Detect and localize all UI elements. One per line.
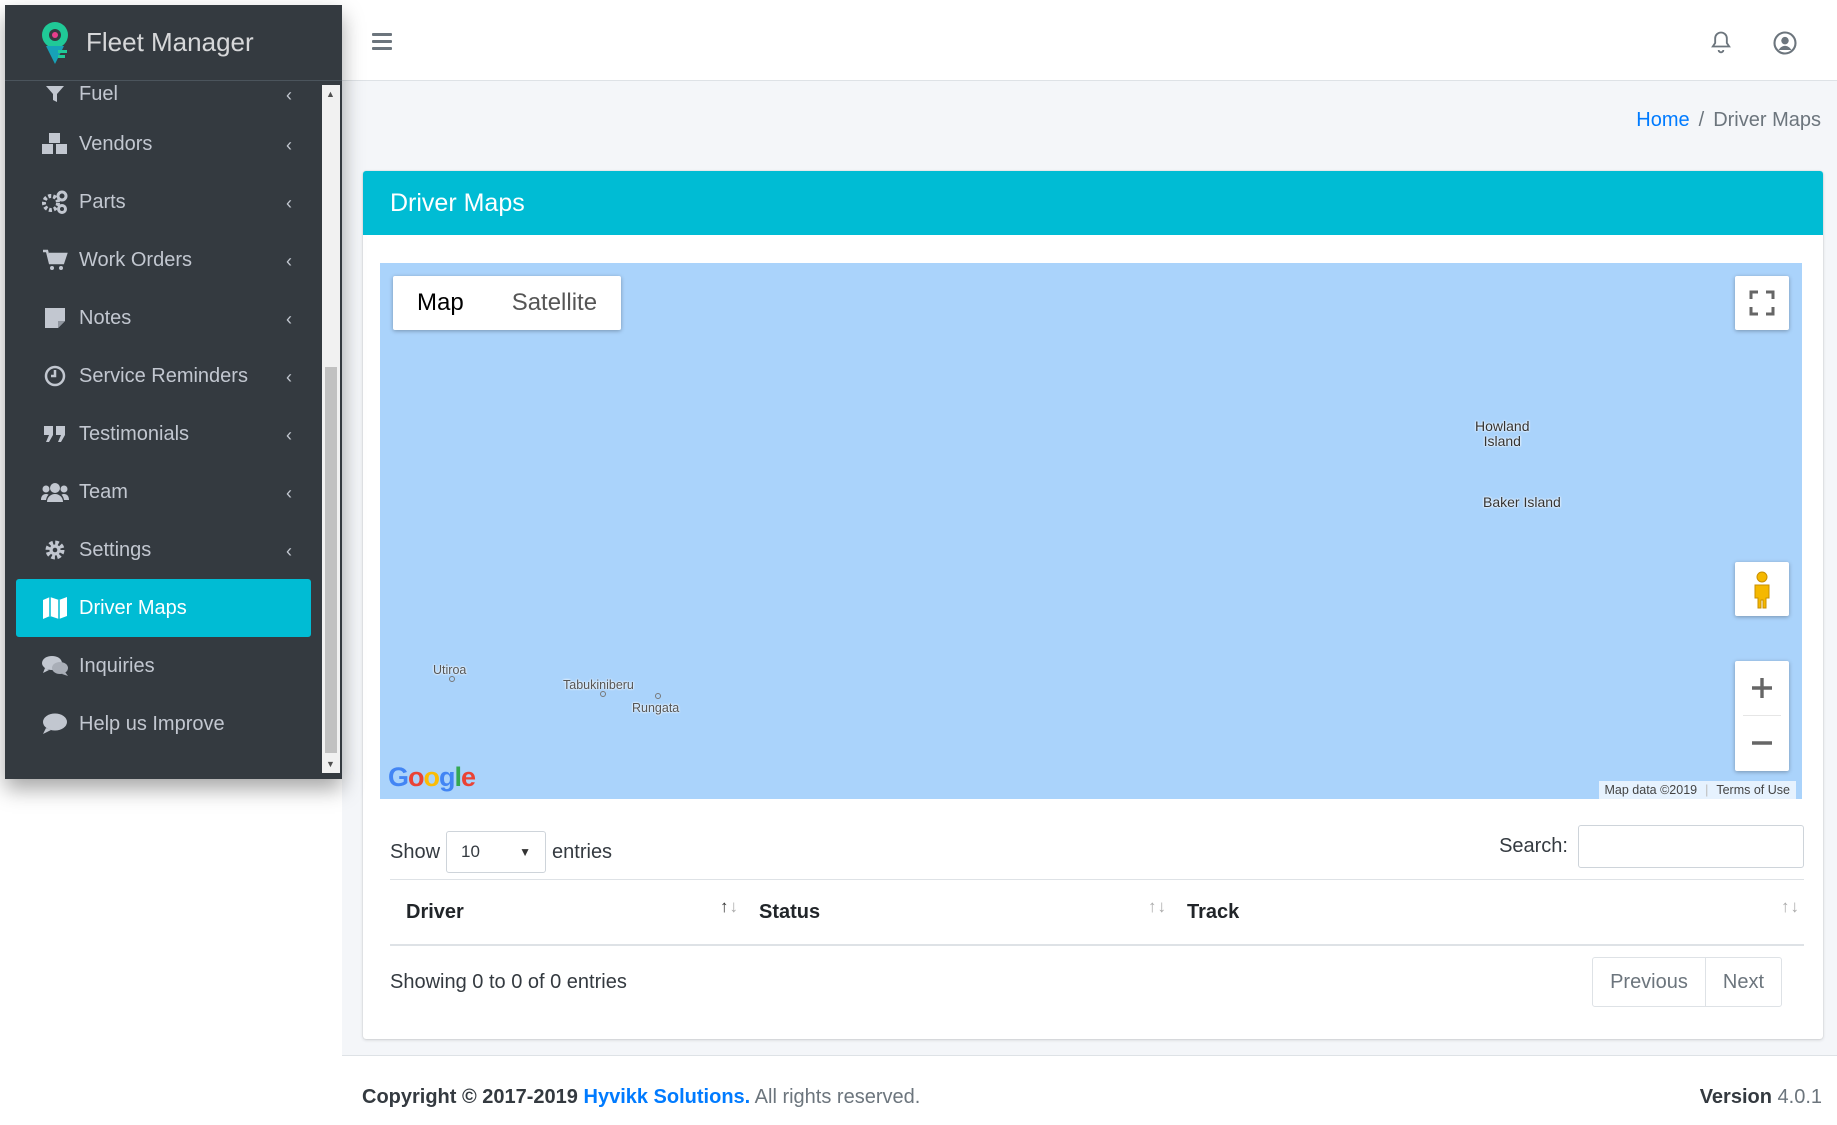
cubes-icon [41,132,69,156]
chevron-left-icon: ‹ [286,135,292,155]
map-marker-rungata [655,693,661,699]
breadcrumb-current: Driver Maps [1713,109,1821,131]
version: Version 4.0.1 [1699,1086,1822,1108]
scroll-up-icon[interactable]: ▲ [326,89,335,99]
chevron-left-icon: ‹ [286,483,292,503]
minus-icon [1752,741,1772,745]
column-track[interactable]: Track ↑↓ [1171,897,1804,924]
map-label-tabukiniberu: Tabukiniberu [563,678,634,692]
map-type-map-button[interactable]: Map [393,276,488,330]
company-link[interactable]: Hyvikk Solutions. [584,1086,751,1108]
breadcrumb-home-link[interactable]: Home [1636,109,1689,131]
sort-icon: ↑↓ [1781,896,1800,916]
map-type-satellite-button[interactable]: Satellite [488,276,621,330]
previous-button[interactable]: Previous [1593,958,1705,1006]
main-content: Home / Driver Maps Driver Maps Map Satelli… [342,5,1837,1125]
sidebar-item-work-orders[interactable]: Work Orders ‹ [5,231,322,289]
sidebar-item-driver-maps[interactable]: Driver Maps [16,579,311,637]
chevron-left-icon: ‹ [286,309,292,329]
scroll-down-icon[interactable]: ▼ [326,759,335,769]
sidebar-menu: Fuel ‹ Vendors ‹ Parts ‹ Work Orders ‹ N… [5,81,322,753]
cogs-icon [41,190,69,214]
table-header: Driver ↑↓ Status ↑↓ Track ↑↓ [390,880,1804,946]
bell-icon[interactable] [1707,29,1735,57]
map-marker-utiroa [449,676,455,682]
sort-icon: ↑↓ [720,896,739,916]
plus-icon [1752,678,1772,698]
user-icon[interactable] [1771,29,1799,57]
map-data-text: Map data ©2019 [1604,783,1698,797]
sort-icon: ↑↓ [1148,896,1167,916]
filter-icon [41,82,69,106]
chevron-left-icon: ‹ [286,193,292,213]
drivers-table: Driver ↑↓ Status ↑↓ Track ↑↓ [390,879,1804,946]
copyright: Copyright © 2017-2019 Hyvikk Solutions. … [362,1086,921,1108]
fullscreen-button[interactable] [1735,276,1789,330]
table-controls: Show 10 ▼ entries Search: [390,825,1804,873]
sidebar-item-service-reminders[interactable]: Service Reminders ‹ [5,347,322,405]
scrollbar-thumb[interactable] [325,367,337,753]
page-length-control: Show 10 ▼ entries [390,831,612,873]
clock-icon [41,364,69,388]
map-attribution: Map data ©2019 | Terms of Use [1598,781,1796,799]
chevron-left-icon: ‹ [286,425,292,445]
sidebar-item-parts[interactable]: Parts ‹ [5,173,322,231]
sticky-note-icon [41,306,69,330]
chevron-left-icon: ‹ [286,251,292,271]
breadcrumb: Home / Driver Maps [1636,109,1821,131]
map-label-rungata: Rungata [632,701,680,715]
map-view[interactable]: Map Satellite Howland Island Baker Islan… [380,263,1802,799]
page-length-select[interactable]: 10 ▼ [446,831,547,873]
map-label-howland: Howland Island [1475,418,1530,449]
zoom-in-button[interactable] [1735,661,1789,715]
table-search: Search: [1499,825,1804,868]
card-title: Driver Maps [363,171,1823,235]
zoom-control [1735,661,1789,771]
zoom-out-button[interactable] [1735,716,1789,770]
search-label: Search: [1499,835,1568,857]
sidebar-item-notes[interactable]: Notes ‹ [5,289,322,347]
fullscreen-icon [1749,290,1775,316]
google-logo: Google [388,762,476,792]
pegman-icon [1754,571,1770,609]
quote-icon [41,422,69,446]
cart-icon [41,248,69,272]
sidebar-item-testimonials[interactable]: Testimonials ‹ [5,405,322,463]
brand-name: Fleet Manager [86,27,254,57]
sidebar-item-help-us-improve[interactable]: Help us Improve [5,695,322,753]
chevron-left-icon: ‹ [286,367,292,387]
menu-toggle-icon[interactable] [372,33,396,53]
search-input[interactable] [1578,825,1804,868]
chevron-down-icon: ▼ [519,845,532,859]
column-driver[interactable]: Driver ↑↓ [390,897,743,924]
map-icon [41,596,69,620]
fleet-logo-icon [42,21,68,64]
map-type-control: Map Satellite [393,276,622,330]
table-info: Showing 0 to 0 of 0 entries [390,971,627,993]
chevron-left-icon: ‹ [286,85,292,105]
terms-of-use-link[interactable]: Terms of Use [1716,783,1790,797]
driver-maps-card: Driver Maps Map Satellite Howland Island… [363,171,1823,1039]
brand[interactable]: Fleet Manager [5,5,342,81]
map-marker-tabukiniberu [600,691,606,697]
sidebar-item-settings[interactable]: Settings ‹ [5,521,322,579]
map-label-baker: Baker Island [1483,494,1561,510]
top-navbar [342,5,1837,81]
column-status[interactable]: Status ↑↓ [743,897,1171,924]
next-button[interactable]: Next [1704,958,1781,1006]
comments-icon [41,654,69,678]
sidebar-item-inquiries[interactable]: Inquiries [5,637,322,695]
users-icon [41,480,69,504]
gear-icon [41,538,69,562]
street-view-pegman[interactable] [1735,562,1789,616]
page-footer: Copyright © 2017-2019 Hyvikk Solutions. … [342,1055,1837,1125]
sidebar-item-fuel[interactable]: Fuel ‹ [5,73,322,115]
pagination: Previous Next [1592,957,1782,1007]
sidebar-item-vendors[interactable]: Vendors ‹ [5,115,322,173]
chevron-left-icon: ‹ [286,541,292,561]
sidebar-item-team[interactable]: Team ‹ [5,463,322,521]
comment-icon [41,712,69,736]
sidebar-scrollbar[interactable]: ▲ ▼ [322,85,340,773]
sidebar: Fleet Manager Fuel ‹ Vendors ‹ Parts ‹ W… [5,5,342,779]
